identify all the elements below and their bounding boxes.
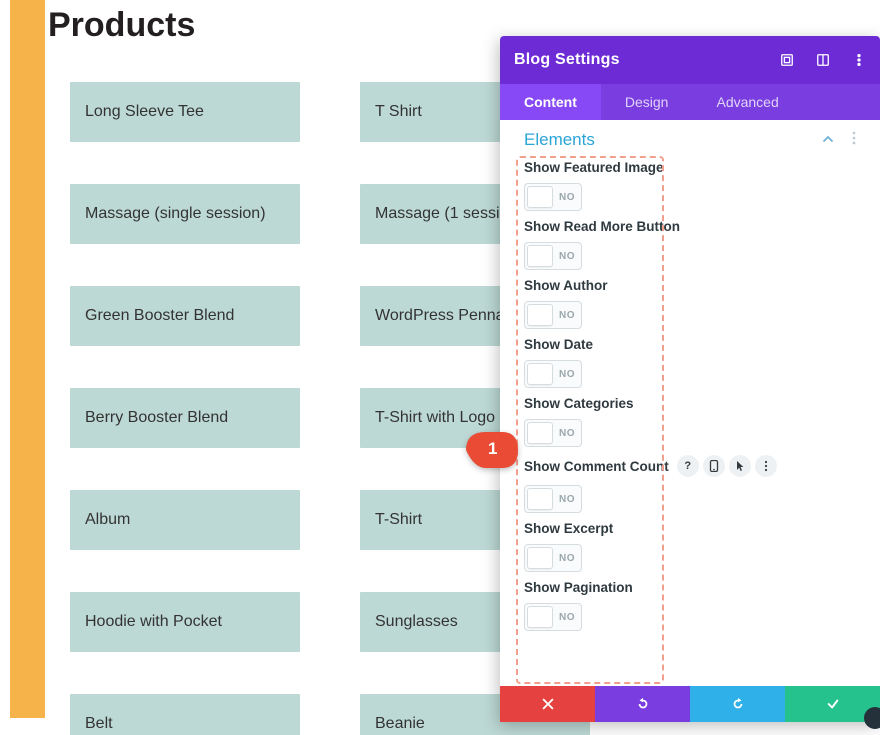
section-title: Elements — [524, 130, 595, 150]
product-cell[interactable]: Massage (single session) — [70, 184, 300, 244]
product-cell[interactable]: Green Booster Blend — [70, 286, 300, 346]
option-show-comment-count: Show Comment Count ? — [524, 455, 856, 513]
toggle-switch[interactable]: NO — [524, 301, 582, 329]
option-label: Show Date — [524, 337, 593, 352]
option-show-date: Show Date NO — [524, 337, 856, 388]
toggle-value: NO — [559, 612, 575, 623]
toggle-switch[interactable]: NO — [524, 242, 582, 270]
option-label: Show Comment Count — [524, 459, 669, 474]
panel-footer — [500, 686, 880, 722]
option-label: Show Categories — [524, 396, 634, 411]
toggle-switch[interactable]: NO — [524, 603, 582, 631]
toggle-knob — [527, 488, 553, 510]
toggle-value: NO — [559, 192, 575, 203]
option-show-categories: Show Categories NO — [524, 396, 856, 447]
toggle-switch[interactable]: NO — [524, 544, 582, 572]
toggle-value: NO — [559, 251, 575, 262]
option-label: Show Featured Image — [524, 160, 664, 175]
section-header[interactable]: Elements — [500, 120, 880, 158]
toggle-switch[interactable]: NO — [524, 183, 582, 211]
page-root: Products Long Sleeve Tee T Shirt Massage… — [0, 0, 880, 735]
phone-icon[interactable] — [703, 455, 725, 477]
more-icon[interactable] — [755, 455, 777, 477]
options-list: Show Featured Image NO Show Read More Bu… — [500, 158, 880, 686]
toggle-switch[interactable]: NO — [524, 419, 582, 447]
toggle-knob — [527, 606, 553, 628]
columns-icon[interactable] — [816, 53, 830, 67]
toggle-knob — [527, 245, 553, 267]
option-hover-controls: ? — [677, 455, 777, 477]
toggle-value: NO — [559, 428, 575, 439]
redo-button[interactable] — [690, 686, 785, 722]
toggle-value: NO — [559, 310, 575, 321]
page-title: Products — [48, 6, 195, 45]
panel-tabs: Content Design Advanced — [500, 84, 880, 120]
toggle-knob — [527, 547, 553, 569]
product-cell[interactable]: Berry Booster Blend — [70, 388, 300, 448]
product-cell[interactable]: Album — [70, 490, 300, 550]
chevron-up-icon[interactable] — [822, 132, 834, 148]
panel-title: Blog Settings — [514, 51, 620, 69]
more-icon[interactable] — [848, 131, 860, 150]
annotation-callout: 1 — [464, 430, 520, 470]
option-show-author: Show Author NO — [524, 278, 856, 329]
option-label: Show Pagination — [524, 580, 633, 595]
expand-icon[interactable] — [780, 53, 794, 67]
toggle-knob — [527, 304, 553, 326]
toggle-knob — [527, 422, 553, 444]
help-icon[interactable]: ? — [677, 455, 699, 477]
floating-action-partial[interactable] — [864, 707, 880, 729]
toggle-knob — [527, 363, 553, 385]
option-show-excerpt: Show Excerpt NO — [524, 521, 856, 572]
undo-button[interactable] — [595, 686, 690, 722]
option-label: Show Excerpt — [524, 521, 613, 536]
cancel-button[interactable] — [500, 686, 595, 722]
product-cell[interactable]: Belt — [70, 694, 300, 735]
tab-advanced[interactable]: Advanced — [692, 84, 802, 120]
toggle-value: NO — [559, 494, 575, 505]
builder-left-rail[interactable] — [10, 0, 45, 718]
option-show-pagination: Show Pagination NO — [524, 580, 856, 631]
option-show-read-more: Show Read More Button NO — [524, 219, 856, 270]
option-label: Show Read More Button — [524, 219, 680, 234]
toggle-switch[interactable]: NO — [524, 360, 582, 388]
annotation-number: 1 — [488, 439, 497, 459]
toggle-value: NO — [559, 369, 575, 380]
toggle-value: NO — [559, 553, 575, 564]
settings-panel: Blog Settings Content Design Advanced El… — [500, 36, 880, 722]
panel-header[interactable]: Blog Settings — [500, 36, 880, 84]
product-cell[interactable]: Hoodie with Pocket — [70, 592, 300, 652]
toggle-knob — [527, 186, 553, 208]
tab-content[interactable]: Content — [500, 84, 601, 120]
tab-design[interactable]: Design — [601, 84, 693, 120]
section-header-actions — [822, 131, 860, 150]
option-show-featured-image: Show Featured Image NO — [524, 160, 856, 211]
option-label: Show Author — [524, 278, 608, 293]
product-cell[interactable]: Long Sleeve Tee — [70, 82, 300, 142]
panel-header-actions — [780, 53, 866, 67]
more-icon[interactable] — [852, 53, 866, 67]
cursor-icon[interactable] — [729, 455, 751, 477]
toggle-switch[interactable]: NO — [524, 485, 582, 513]
